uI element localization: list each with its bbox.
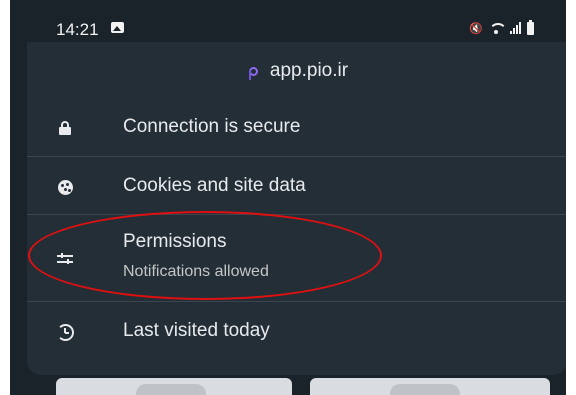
battery-icon <box>527 19 534 35</box>
permissions-label: Permissions <box>123 231 227 252</box>
wifi-icon <box>488 21 507 35</box>
history-icon <box>55 322 75 342</box>
pio-logo-icon <box>246 62 260 80</box>
last-visited-item[interactable]: Last visited today <box>27 301 566 362</box>
status-bar: 14:21 🔇 <box>10 0 566 42</box>
background-card-right <box>310 378 550 395</box>
phone-screen: 14:21 🔇 app.pio.ir Connection is secure <box>10 0 566 395</box>
site-domain: app.pio.ir <box>269 60 349 81</box>
site-info-sheet: app.pio.ir Connection is secure Cookies … <box>27 42 566 375</box>
permissions-status: Notifications allowed <box>123 263 269 280</box>
permissions-item[interactable]: Permissions Notifications allowed <box>27 214 566 302</box>
connection-security-item[interactable]: Connection is secure <box>27 100 566 156</box>
sliders-icon <box>55 249 75 269</box>
connection-security-label: Connection is secure <box>123 116 301 137</box>
cookies-item[interactable]: Cookies and site data <box>27 156 566 215</box>
status-time: 14:21 <box>56 20 99 39</box>
mute-icon: 🔇 <box>469 22 483 35</box>
background-card-left <box>56 378 292 395</box>
cookies-label: Cookies and site data <box>123 175 306 196</box>
site-header: app.pio.ir <box>27 42 566 100</box>
status-icons: 🔇 <box>469 19 534 36</box>
lock-icon <box>55 118 75 138</box>
last-visited-label: Last visited today <box>123 320 270 341</box>
gallery-icon <box>111 22 124 33</box>
signal-icon <box>510 22 521 34</box>
cookie-icon <box>55 177 75 197</box>
